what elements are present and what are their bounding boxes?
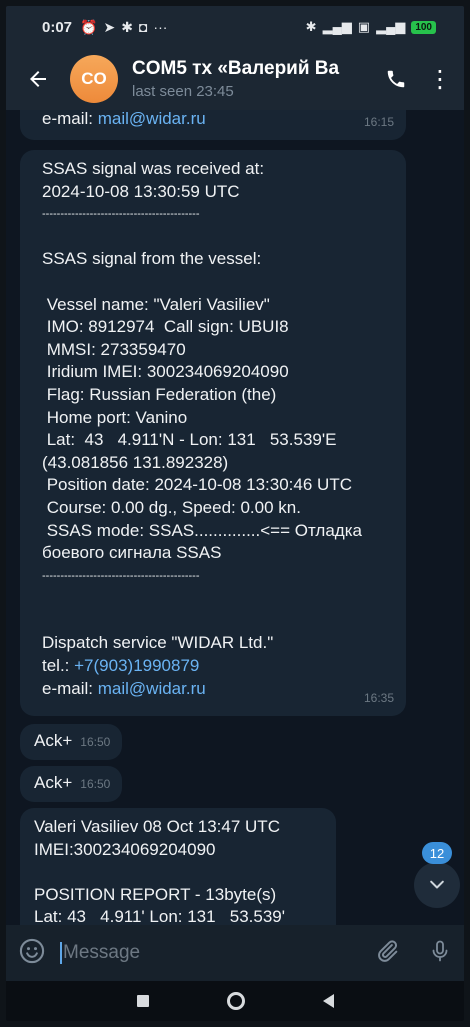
- attach-button[interactable]: [374, 938, 400, 969]
- email-label: e-mail:: [42, 110, 98, 128]
- message-line: (43.081856 131.892328): [42, 452, 229, 472]
- chat-info[interactable]: COM5 тх «Валерий Ва last seen 23:45: [132, 58, 342, 100]
- tel-label: tel.:: [42, 656, 75, 676]
- message-line: SSAS signal from the vessel:: [42, 249, 262, 269]
- message-line: SSAS signal was received at:: [42, 159, 265, 178]
- message-time: 16:35: [363, 691, 394, 706]
- screen-icon: ◘: [138, 19, 148, 35]
- more-vertical-icon: ⋮: [428, 65, 452, 93]
- message-line: Iridium IMEI: 300234069204090: [42, 362, 289, 382]
- settings-icon: ✱: [121, 18, 133, 35]
- message-line: Dispatch service "WIDAR Ltd.": [42, 633, 274, 653]
- message-text: Ack+: [34, 773, 73, 792]
- message-line: [42, 271, 396, 294]
- bluetooth-icon: ✱: [305, 19, 317, 34]
- message-line: tel.: +7(903)1990879: [42, 655, 396, 678]
- message-bubble[interactable]: e-mail: mail@widar.ru 16:15: [20, 110, 406, 140]
- signal-icon: ▂▄▆: [322, 19, 352, 34]
- email-label: e-mail:: [42, 678, 98, 698]
- ack-message-bubble[interactable]: Ack+ 16:50: [20, 766, 123, 802]
- text-caret: [60, 941, 62, 964]
- email-link[interactable]: mail@widar.ru: [98, 679, 206, 698]
- message-line: Lat: 43 4.911'N - Lon: 131 53.539'E: [42, 430, 337, 450]
- message-line: боевого сигнала SSAS: [42, 543, 222, 563]
- message-input-bar: Message: [6, 925, 464, 981]
- message-line: Position date: 2024-10-08 13:30:46 UTC: [42, 475, 352, 495]
- avatar[interactable]: CO: [70, 55, 118, 103]
- system-icons: ✱ ▂▄▆ ▣ ▂▄▆ 100: [306, 19, 436, 35]
- phone-icon: [387, 70, 405, 88]
- status-bar: 0:07 ⏰ ➤ ✱ ◘ ··· ✱ ▂▄▆ ▣ ▂▄▆ 100: [6, 6, 464, 48]
- phone-screen: 0:07 ⏰ ➤ ✱ ◘ ··· ✱ ▂▄▆ ▣ ▂▄▆ 100 CO COM5…: [6, 6, 464, 1021]
- message-line: MMSI: 273359470: [42, 339, 186, 359]
- notification-icons: ⏰ ➤ ✱ ◘ ···: [80, 19, 167, 36]
- message-text: Ack+: [34, 731, 73, 750]
- attach-icon: [378, 939, 398, 962]
- message-time: 16:50: [80, 735, 111, 749]
- message-line: SSAS mode: SSAS..............<== Отладка: [42, 520, 362, 540]
- system-back-button[interactable]: [322, 994, 334, 1008]
- chat-header: CO COM5 тх «Валерий Ва last seen 23:45 ⋮: [6, 48, 464, 110]
- arrow-left-icon: [30, 71, 46, 87]
- battery-indicator: 100: [411, 20, 436, 34]
- wifi-signal-icon: ▂▄▆: [376, 19, 406, 34]
- message-placeholder: Message: [63, 942, 141, 963]
- message-line: [42, 587, 396, 610]
- message-line: POSITION REPORT - 13byte(s): [34, 884, 277, 904]
- mic-button[interactable]: [428, 938, 452, 969]
- message-line: IMO: 8912974 Call sign: UBUI8: [42, 317, 289, 337]
- phone-link[interactable]: +7(903)1990879: [74, 656, 199, 675]
- message-line: Vessel name: "Valeri Vasiliev": [42, 294, 270, 314]
- last-seen-status: last seen 23:45: [132, 83, 234, 100]
- sim-icon: ▣: [357, 19, 371, 34]
- unread-count-badge: 12: [422, 842, 452, 864]
- system-navigation-bar: [6, 981, 464, 1021]
- message-list[interactable]: e-mail: mail@widar.ru 16:15 SSAS signal …: [6, 110, 464, 925]
- message-line: e-mail: mail@widar.ru: [42, 678, 396, 701]
- chat-title: COM5 тх «Валерий Ва: [132, 58, 340, 79]
- emoji-button[interactable]: [18, 937, 46, 970]
- home-button[interactable]: [226, 992, 245, 1010]
- emoji-icon: [19, 938, 45, 963]
- message-line: IMEI:300234069204090: [34, 839, 216, 859]
- scroll-down-button[interactable]: [414, 862, 460, 908]
- message-line: [34, 861, 326, 884]
- message-input[interactable]: Message: [60, 941, 141, 964]
- message-line: Flag: Russian Federation (the): [42, 384, 277, 404]
- message-time: 16:50: [80, 777, 111, 791]
- message-time: 16:15: [363, 115, 394, 130]
- more-menu-button[interactable]: ⋮: [418, 57, 462, 101]
- email-link[interactable]: mail@widar.ru: [98, 110, 206, 128]
- message-line: [42, 610, 396, 633]
- input-actions: [374, 938, 452, 969]
- message-line: Valeri Vasiliev 08 Oct 13:47 UTC: [34, 817, 280, 836]
- chevron-down-icon: [430, 880, 444, 889]
- separator-line: ----------------------------------------…: [42, 569, 200, 582]
- status-time: 0:07: [42, 18, 73, 36]
- message-line: Course: 0.00 dg., Speed: 0.00 kn.: [42, 497, 301, 517]
- telegram-icon: ➤: [103, 18, 116, 35]
- recent-apps-button[interactable]: [136, 995, 149, 1007]
- message-line: [42, 226, 396, 249]
- call-button[interactable]: [374, 57, 418, 101]
- ack-message-bubble[interactable]: Ack+ 16:50: [20, 724, 123, 760]
- message-line: Lat: 43 4.911' Lon: 131 53.539': [34, 907, 285, 925]
- separator-line: ----------------------------------------…: [42, 208, 200, 221]
- mic-icon: [432, 940, 448, 961]
- message-line: e-mail: mail@widar.ru: [42, 110, 392, 131]
- more-icon: ···: [153, 19, 168, 35]
- message-line: Home port: Vanino: [42, 407, 188, 427]
- back-button[interactable]: [10, 51, 66, 107]
- alarm-icon: ⏰: [80, 18, 98, 35]
- message-line: 2024-10-08 13:30:59 UTC: [42, 181, 240, 201]
- position-report-bubble[interactable]: Valeri Vasiliev 08 Oct 13:47 UTC IMEI:30…: [20, 808, 336, 925]
- ssas-message-bubble[interactable]: SSAS signal was received at: 2024-10-08 …: [20, 150, 406, 716]
